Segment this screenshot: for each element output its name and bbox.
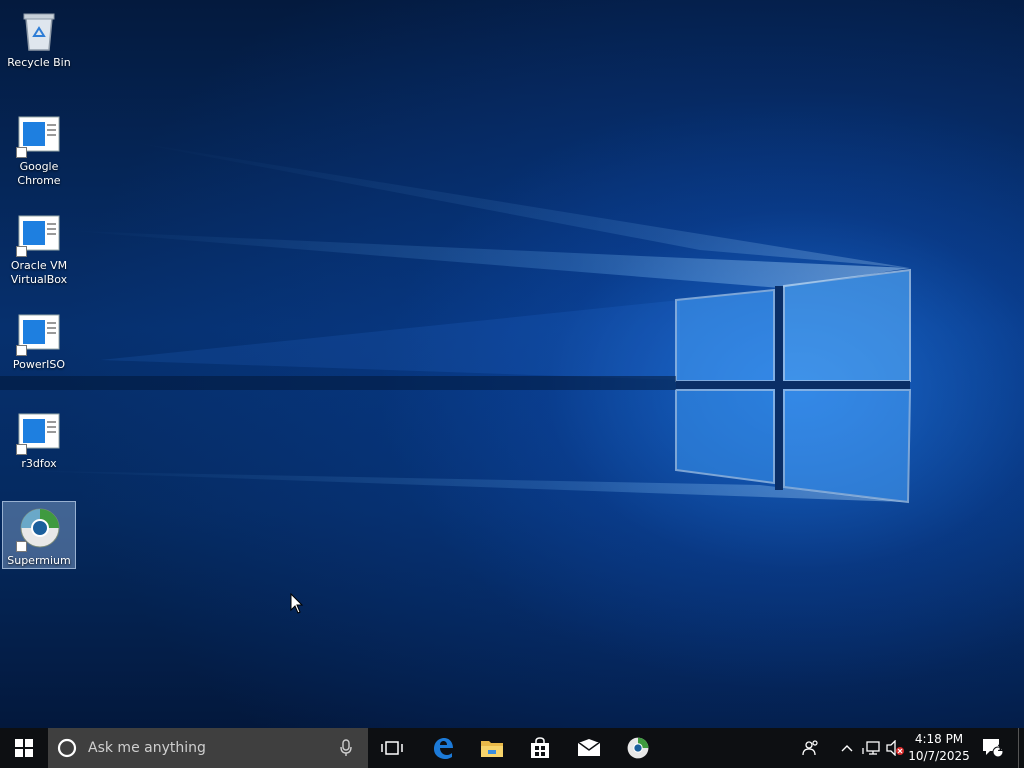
- people-button[interactable]: [800, 728, 822, 768]
- desktop-icon-supermium[interactable]: Supermium: [2, 501, 76, 569]
- microphone-icon[interactable]: [340, 739, 352, 757]
- people-icon: [802, 740, 818, 756]
- desktop-icon-label: PowerISO: [12, 358, 66, 371]
- mail-taskbar-button[interactable]: [567, 728, 611, 768]
- chevron-up-icon: [841, 745, 853, 752]
- supermium-taskbar-button[interactable]: [616, 728, 660, 768]
- store-taskbar-button[interactable]: [518, 728, 562, 768]
- store-icon: [531, 737, 549, 758]
- application-window-icon: [16, 310, 62, 356]
- taskbar: Ask me anything 4:18 PM 10/7/2025 1: [0, 728, 1024, 768]
- desktop-icon-r3dfox[interactable]: r3dfox: [2, 405, 76, 474]
- shortcut-arrow-icon: [16, 541, 27, 552]
- volume-muted-icon: [886, 740, 904, 756]
- application-window-icon: [16, 409, 62, 455]
- file-explorer-taskbar-button[interactable]: [470, 728, 514, 768]
- desktop-icon-google-chrome[interactable]: Google Chrome: [2, 108, 76, 191]
- network-button[interactable]: [860, 728, 882, 768]
- file-explorer-icon: [481, 741, 503, 757]
- cortana-icon: [57, 738, 77, 758]
- search-box[interactable]: Ask me anything: [48, 728, 368, 768]
- application-window-icon: [16, 112, 62, 158]
- desktop-icon-label: Google Chrome: [17, 160, 61, 187]
- supermium-icon: [627, 737, 649, 759]
- action-center-button[interactable]: 1: [978, 728, 1008, 768]
- recycle-bin-icon: [16, 8, 62, 54]
- clock-date: 10/7/2025: [908, 749, 970, 763]
- desktop-icon-label: r3dfox: [21, 457, 57, 470]
- desktop-icon-label: Supermium: [7, 554, 71, 567]
- desktop-icon-label: Recycle Bin: [7, 56, 71, 69]
- desktop-icon-oracle-vm-virtualbox[interactable]: Oracle VM VirtualBox: [2, 207, 76, 290]
- desktop-icon-poweriso[interactable]: PowerISO: [2, 306, 76, 375]
- show-desktop-button[interactable]: [1018, 728, 1024, 768]
- notification-count-badge: 1: [997, 744, 1004, 754]
- shortcut-arrow-icon: [16, 444, 27, 455]
- volume-button[interactable]: [884, 728, 906, 768]
- search-placeholder: Ask me anything: [88, 740, 206, 756]
- desktop-icon-recycle-bin[interactable]: Recycle Bin: [2, 4, 76, 73]
- application-window-icon: [16, 211, 62, 257]
- windows-logo-icon: [15, 739, 33, 757]
- clock-button[interactable]: 4:18 PM 10/7/2025: [906, 731, 972, 765]
- task-view-icon: [381, 741, 403, 755]
- show-hidden-icons-button[interactable]: [838, 728, 856, 768]
- network-icon: [862, 741, 880, 755]
- mouse-cursor-icon: [290, 593, 304, 614]
- shortcut-arrow-icon: [16, 246, 27, 257]
- mail-icon: [577, 739, 601, 756]
- desktop[interactable]: Recycle Bin Google Chrome Oracle VM Virt…: [0, 0, 1024, 728]
- desktop-icon-label: Oracle VM VirtualBox: [10, 259, 68, 286]
- clock-time: 4:18 PM: [914, 732, 964, 746]
- task-view-button[interactable]: [370, 728, 414, 768]
- shortcut-arrow-icon: [16, 147, 27, 158]
- edge-icon: [434, 738, 453, 759]
- edge-taskbar-button[interactable]: [421, 728, 465, 768]
- start-button[interactable]: [0, 728, 48, 768]
- supermium-icon: [16, 506, 62, 552]
- wallpaper: [0, 140, 912, 504]
- shortcut-arrow-icon: [16, 345, 27, 356]
